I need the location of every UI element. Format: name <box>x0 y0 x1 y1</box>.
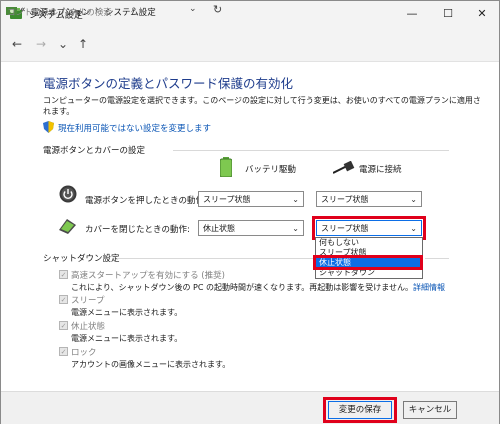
power-button-plugged-select[interactable]: スリープ状態 ⌄ <box>316 191 422 207</box>
back-arrow-icon[interactable]: ← <box>7 34 27 54</box>
recent-chevron-icon[interactable]: ⌄ <box>53 34 73 54</box>
fast-startup-description: これにより、シャットダウン後の PC の起動時間が速くなります。再起動は影響を受… <box>71 283 445 292</box>
more-info-link[interactable]: 詳細情報 <box>413 283 445 292</box>
dropdown-option-do-nothing[interactable]: 何もしない <box>316 238 422 248</box>
sleep-checkbox[interactable]: ✓ <box>59 295 68 304</box>
hibernate-label: 休止状態 <box>71 322 106 332</box>
shutdown-section-divider <box>117 258 313 259</box>
laptop-lid-icon <box>59 219 76 234</box>
hibernate-checkbox[interactable]: ✓ <box>59 321 68 330</box>
power-plug-icon <box>333 161 355 174</box>
plugged-in-column-header: 電源に接続 <box>359 165 402 175</box>
power-button-action-label: 電源ボタンを押したときの動作: <box>85 196 207 206</box>
settings-window: システム設定 — ☐ ✕ ← → ⌄ ↑ « 電源オプション › システム設定 … <box>0 0 500 424</box>
up-arrow-icon[interactable]: ↑ <box>73 34 93 54</box>
uac-shield-icon <box>43 121 54 133</box>
power-section-divider <box>173 150 449 151</box>
fast-startup-checkbox[interactable]: ✓ <box>59 270 68 279</box>
chevron-down-icon: ⌄ <box>292 195 299 204</box>
minimize-button[interactable]: — <box>395 1 429 27</box>
power-button-battery-select[interactable]: スリープ状態 ⌄ <box>198 191 304 207</box>
lock-label: ロック <box>71 348 97 358</box>
battery-icon <box>220 157 232 177</box>
shutdown-section-divider-right <box>425 258 449 259</box>
hibernate-description: 電源メニューに表示されます。 <box>71 334 183 343</box>
chevron-down-icon: ⌄ <box>410 195 417 204</box>
forward-arrow-icon[interactable]: → <box>31 34 51 54</box>
highlight-save-button <box>323 397 397 423</box>
search-icon[interactable]: ⌕ <box>131 4 137 15</box>
maximize-button[interactable]: ☐ <box>431 1 465 27</box>
power-button-battery-value: スリープ状態 <box>203 195 251 204</box>
close-button[interactable]: ✕ <box>465 1 499 27</box>
fast-startup-label: 高速スタートアップを有効にする (推奨) <box>71 271 225 281</box>
refresh-icon[interactable]: ↻ <box>213 3 222 16</box>
power-section-label: 電源ボタンとカバーの設定 <box>43 146 146 156</box>
lid-close-battery-select[interactable]: 休止状態 ⌄ <box>198 220 304 236</box>
battery-column-header: バッテリ駆動 <box>245 165 297 175</box>
shutdown-section-label: シャットダウン設定 <box>43 254 120 264</box>
search-placeholder: コントロール パネルの検索 <box>7 8 112 18</box>
lock-description: アカウントの画像メニューに表示されます。 <box>71 360 231 369</box>
chevron-down-icon: ⌄ <box>292 224 299 233</box>
lock-checkbox[interactable]: ✓ <box>59 347 68 356</box>
sleep-description: 電源メニューに表示されます。 <box>71 308 183 317</box>
highlight-hibernate-option <box>313 255 423 270</box>
lid-close-action-label: カバーを閉じたときの動作: <box>85 225 190 235</box>
lid-close-battery-value: 休止状態 <box>203 224 235 233</box>
address-dropdown-icon[interactable]: ⌄ <box>189 4 197 14</box>
sleep-label: スリープ <box>71 296 105 306</box>
page-description: コンピューターの電源設定を選択できます。このページの設定に対して行う変更は、お使… <box>43 96 481 116</box>
page-heading: 電源ボタンの定義とパスワード保護の有効化 <box>43 76 294 91</box>
cancel-button[interactable]: キャンセル <box>403 401 457 419</box>
change-unavailable-settings-link[interactable]: 現在利用可能ではない設定を変更します <box>58 122 211 134</box>
power-button-icon <box>59 185 77 203</box>
power-button-plugged-value: スリープ状態 <box>321 195 369 204</box>
